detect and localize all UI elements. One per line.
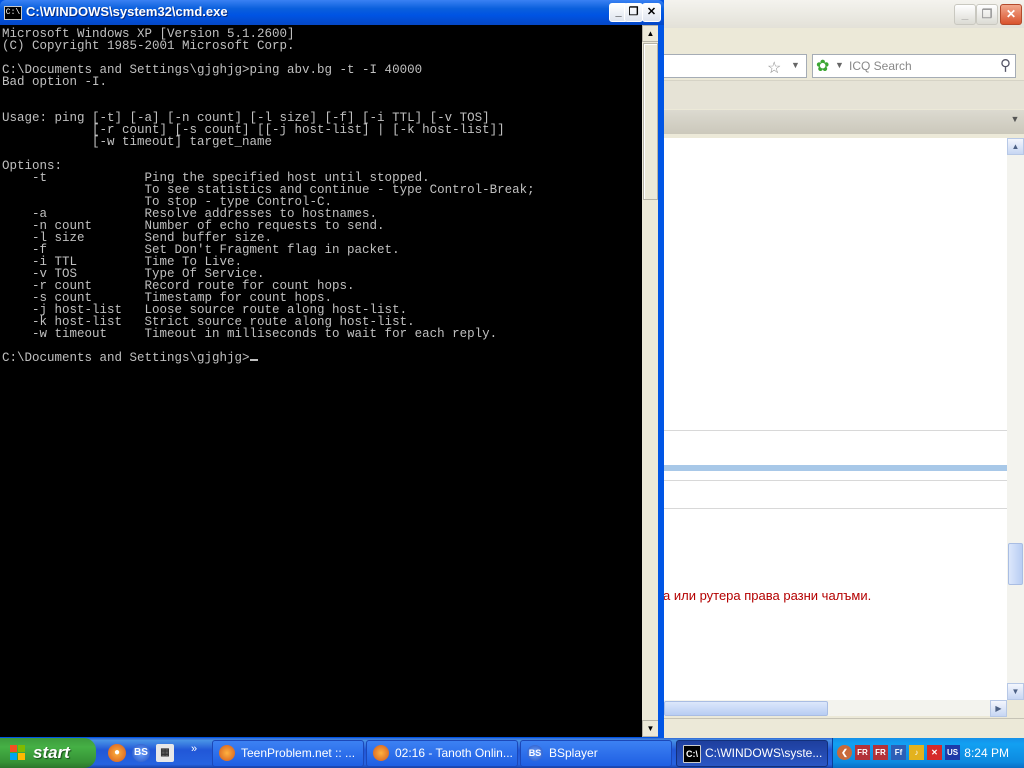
volume-icon[interactable]: ♪ bbox=[909, 745, 924, 760]
bsplayer-icon: BS bbox=[527, 745, 543, 761]
bookmark-star-icon[interactable]: ☆ bbox=[767, 58, 781, 78]
windows-logo-icon bbox=[10, 745, 26, 761]
page-content: а или рутера права разни чалъми. bbox=[663, 138, 1007, 700]
clock[interactable]: 8:24 PM bbox=[964, 746, 1009, 760]
browser-titlebar[interactable]: _ ❐ ✕ bbox=[660, 0, 1024, 28]
tray-app-icon[interactable]: FR bbox=[855, 745, 870, 760]
task-button-bsplayer[interactable]: BS BSplayer bbox=[520, 740, 672, 767]
search-input[interactable]: ICQ Search bbox=[849, 59, 912, 73]
calculator-icon[interactable]: ▦ bbox=[156, 744, 174, 762]
start-button[interactable]: start bbox=[0, 738, 96, 768]
console-text: Microsoft Windows XP [Version 5.1.2600] … bbox=[2, 27, 535, 341]
divider bbox=[664, 508, 1007, 509]
browser-menu-bar bbox=[660, 28, 1024, 50]
browser-vertical-scrollbar[interactable]: ▲ ▼ bbox=[1007, 138, 1024, 700]
scroll-up-icon[interactable]: ▲ bbox=[642, 25, 659, 42]
cmd-window: C:\ C:\WINDOWS\system32\cmd.exe _ ❐ ✕ Mi… bbox=[0, 0, 664, 738]
firefox-icon bbox=[373, 745, 389, 761]
console-vertical-scrollbar[interactable]: ▲ ▼ bbox=[642, 25, 659, 737]
highlight-bar bbox=[664, 465, 1007, 471]
scroll-down-icon[interactable]: ▼ bbox=[1007, 683, 1024, 700]
quick-launch-more-icon[interactable]: » bbox=[191, 743, 197, 755]
search-box[interactable]: ✿ ▼ ICQ Search ⚲ bbox=[812, 54, 1016, 78]
tab-strip: ▼ bbox=[660, 110, 1024, 134]
maximize-button[interactable]: ❐ bbox=[624, 3, 643, 22]
browser-status-bar bbox=[660, 718, 1024, 737]
network-error-icon[interactable]: ✕ bbox=[927, 745, 942, 760]
firefox-icon[interactable]: ● bbox=[108, 744, 126, 762]
text-cursor bbox=[249, 359, 258, 361]
browser-minimize-button[interactable]: _ bbox=[954, 4, 976, 25]
task-button-cmd[interactable]: C:\ C:\WINDOWS\syste... bbox=[676, 740, 828, 767]
search-engine-dropdown-icon[interactable]: ▼ bbox=[835, 60, 844, 70]
command-prompt: C:\Documents and Settings\gjghjg> bbox=[2, 351, 250, 365]
tray-app-icon[interactable]: FR bbox=[873, 745, 888, 760]
horizontal-scroll-thumb[interactable] bbox=[664, 701, 828, 716]
bookmarks-toolbar bbox=[660, 80, 1024, 109]
cmd-titlebar[interactable]: C:\ C:\WINDOWS\system32\cmd.exe _ ❐ ✕ bbox=[0, 0, 664, 25]
tray-collapse-icon[interactable]: ❮ bbox=[837, 745, 852, 760]
scroll-thumb[interactable] bbox=[1008, 543, 1023, 585]
divider bbox=[664, 480, 1007, 481]
bsplayer-icon[interactable]: BS bbox=[132, 744, 150, 762]
scroll-thumb[interactable] bbox=[643, 43, 658, 200]
icq-flower-icon[interactable]: ✿ bbox=[816, 56, 829, 76]
window-border bbox=[658, 25, 664, 738]
system-tray: ❮ FR FR Ff ♪ ✕ US 8:24 PM bbox=[832, 738, 1024, 768]
scroll-down-icon[interactable]: ▼ bbox=[642, 720, 659, 737]
browser-maximize-button[interactable]: ❐ bbox=[976, 4, 998, 25]
console-area[interactable]: Microsoft Windows XP [Version 5.1.2600] … bbox=[0, 25, 642, 737]
task-label: C:\WINDOWS\syste... bbox=[705, 746, 823, 760]
task-label: BSplayer bbox=[549, 746, 598, 760]
console-output: Microsoft Windows XP [Version 5.1.2600] … bbox=[0, 25, 642, 364]
language-indicator[interactable]: US bbox=[945, 745, 960, 760]
browser-close-button[interactable]: ✕ bbox=[1000, 4, 1022, 25]
cmd-icon[interactable]: C:\ bbox=[4, 6, 22, 20]
divider bbox=[664, 430, 1007, 431]
start-label: start bbox=[33, 743, 70, 762]
task-label: 02:16 - Tanoth Onlin... bbox=[395, 746, 513, 760]
address-dropdown-icon[interactable]: ▼ bbox=[791, 60, 800, 70]
tab-list-icon[interactable]: ▼ bbox=[1008, 114, 1022, 128]
taskbar: start ● BS ▦ » TeenProblem.net :: ... 02… bbox=[0, 738, 1024, 768]
address-bar[interactable]: ☆ ▼ bbox=[660, 54, 807, 78]
browser-horizontal-scrollbar[interactable]: ▶ bbox=[664, 700, 1007, 717]
tray-app-icon[interactable]: Ff bbox=[891, 745, 906, 760]
cmd-icon: C:\ bbox=[683, 745, 701, 763]
task-button-tanoth[interactable]: 02:16 - Tanoth Onlin... bbox=[366, 740, 518, 767]
task-button-teenproblem[interactable]: TeenProblem.net :: ... bbox=[212, 740, 364, 767]
scroll-right-icon[interactable]: ▶ bbox=[990, 700, 1007, 717]
close-button[interactable]: ✕ bbox=[642, 3, 661, 22]
firefox-icon bbox=[219, 745, 235, 761]
window-title: C:\WINDOWS\system32\cmd.exe bbox=[26, 4, 228, 19]
search-icon[interactable]: ⚲ bbox=[1000, 56, 1011, 74]
post-text: а или рутера права разни чалъми. bbox=[663, 588, 872, 603]
task-label: TeenProblem.net :: ... bbox=[241, 746, 356, 760]
scroll-up-icon[interactable]: ▲ bbox=[1007, 138, 1024, 155]
browser-window: _ ❐ ✕ ☆ ▼ ✿ ▼ ICQ Search ⚲ ▼ а или рутер… bbox=[660, 0, 1024, 737]
